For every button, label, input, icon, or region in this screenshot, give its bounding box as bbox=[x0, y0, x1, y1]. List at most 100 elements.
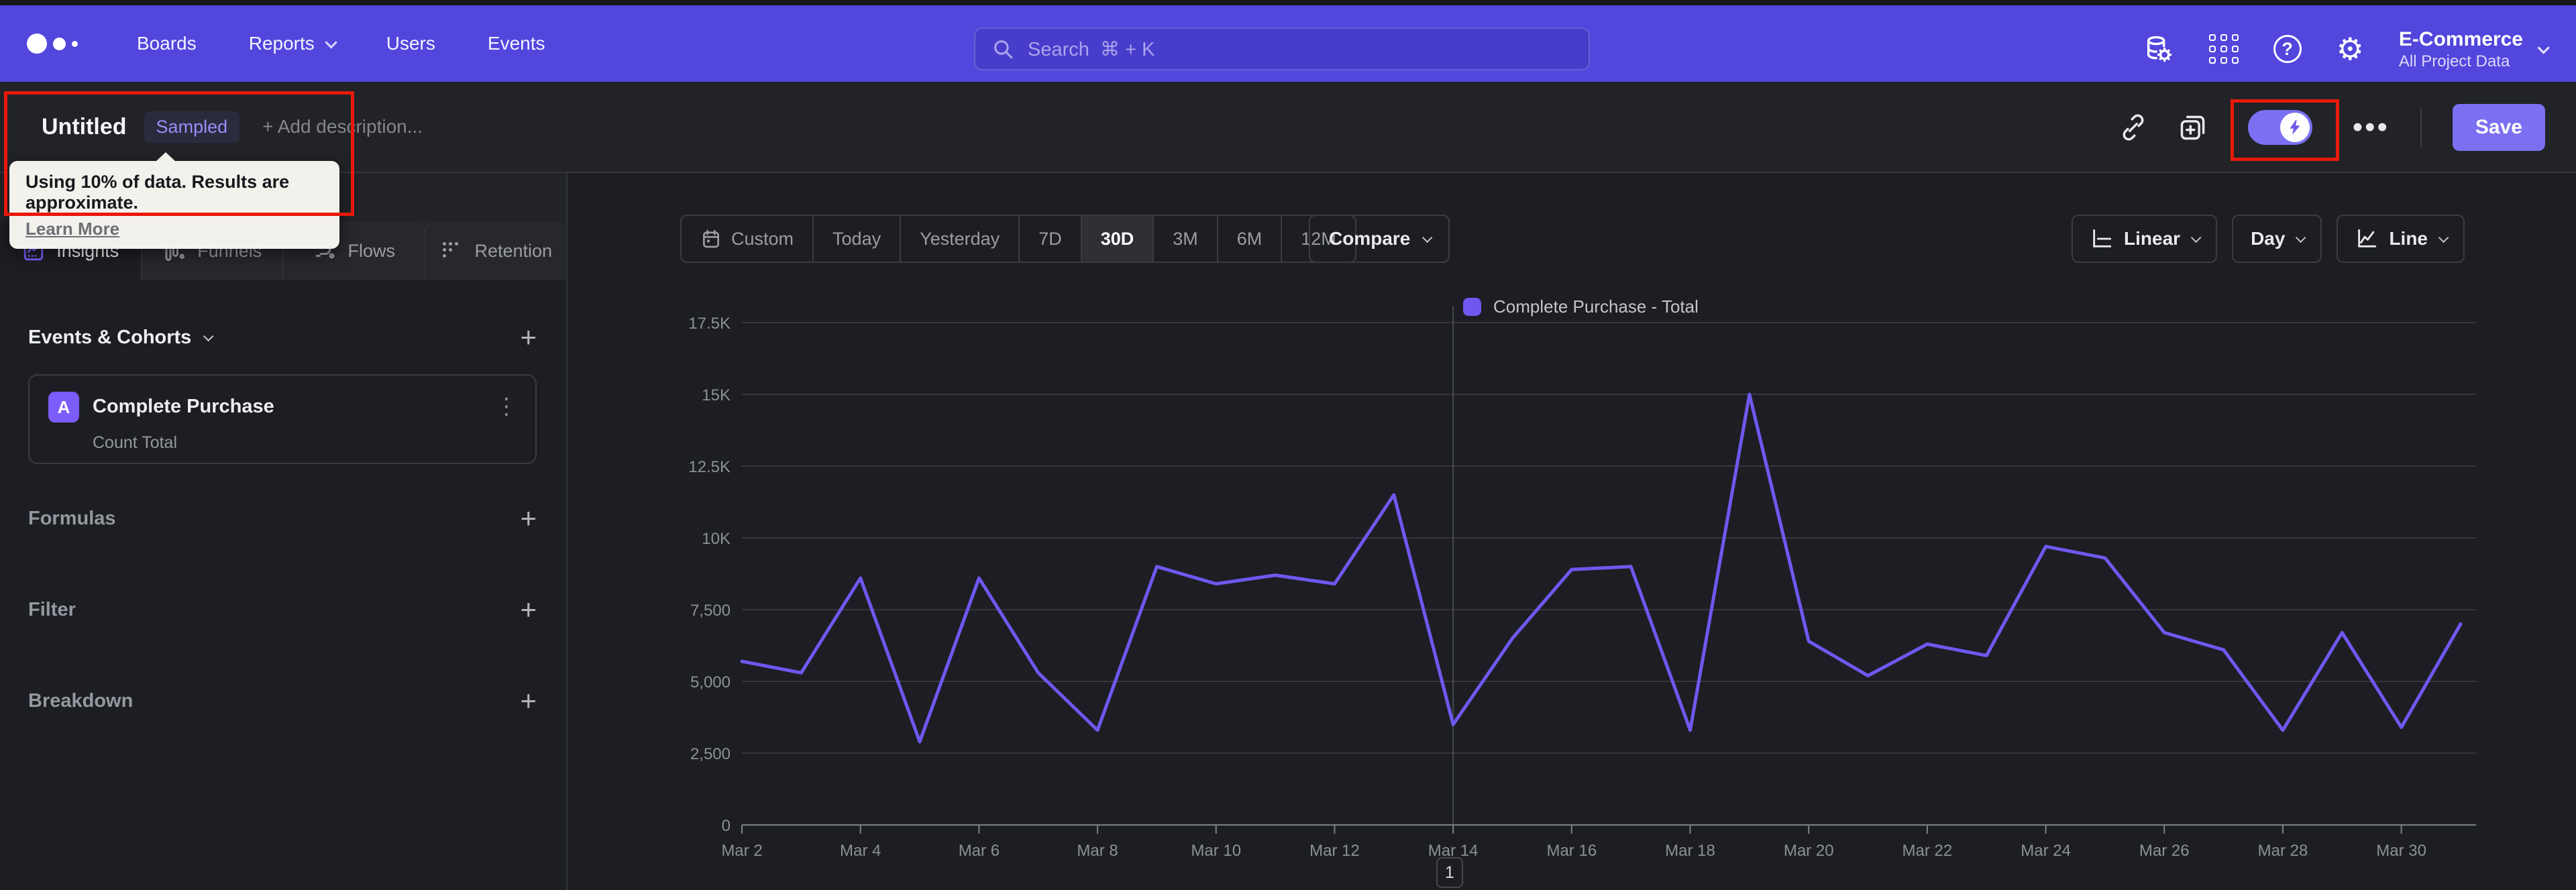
linear-axis-icon bbox=[2093, 229, 2112, 247]
save-button[interactable]: Save bbox=[2452, 104, 2545, 151]
query-sidebar: Insights Funnels Flows Retention Events … bbox=[0, 173, 566, 890]
tab-label: Flows bbox=[347, 240, 395, 261]
compare-button[interactable]: Compare bbox=[1309, 215, 1450, 263]
add-formula-button[interactable]: + bbox=[520, 504, 537, 533]
range-6m[interactable]: 6M bbox=[1216, 216, 1281, 262]
nav-item-users[interactable]: Users bbox=[386, 33, 435, 54]
event-card[interactable]: A Complete Purchase ⋮ Count Total bbox=[28, 374, 537, 464]
settings-gear-icon[interactable]: ⚙ bbox=[2337, 34, 2364, 64]
svg-text:5,000: 5,000 bbox=[690, 673, 731, 691]
svg-text:10K: 10K bbox=[702, 530, 731, 548]
range-today[interactable]: Today bbox=[812, 216, 900, 262]
range-3m[interactable]: 3M bbox=[1152, 216, 1217, 262]
nav-item-reports[interactable]: Reports bbox=[248, 33, 337, 54]
svg-text:Mar 30: Mar 30 bbox=[2376, 842, 2426, 860]
primary-nav: Boards Reports Users Events bbox=[137, 33, 545, 54]
chart-area: Custom Today Yesterday 7D 30D 3M 6M 12M … bbox=[568, 173, 2576, 890]
data-management-icon[interactable] bbox=[2143, 34, 2174, 64]
range-30d[interactable]: 30D bbox=[1080, 216, 1153, 262]
svg-text:Mar 28: Mar 28 bbox=[2258, 842, 2308, 860]
more-actions-button[interactable]: ••• bbox=[2353, 113, 2390, 142]
filter-section-label: Filter bbox=[28, 598, 76, 620]
events-cohorts-header[interactable]: Events & Cohorts bbox=[28, 327, 214, 349]
add-filter-button[interactable]: + bbox=[520, 596, 537, 624]
nav-item-label: Users bbox=[386, 33, 435, 54]
svg-text:Mar 26: Mar 26 bbox=[2139, 842, 2190, 860]
interval-selector[interactable]: Day bbox=[2232, 215, 2322, 263]
sampling-toggle[interactable] bbox=[2247, 110, 2312, 145]
line-chart-icon bbox=[2358, 229, 2377, 247]
search-placeholder: Search ⌘ + K bbox=[1028, 38, 1155, 60]
chart-display-controls: Linear Day Line bbox=[2072, 215, 2465, 263]
add-description-field[interactable]: + Add description... bbox=[262, 116, 423, 137]
formulas-section-label: Formulas bbox=[28, 507, 116, 529]
add-breakdown-button[interactable]: + bbox=[520, 687, 537, 715]
report-title-bar: Untitled Sampled + Add description... ••… bbox=[0, 82, 2576, 173]
svg-text:Mar 16: Mar 16 bbox=[1546, 842, 1597, 860]
range-7d[interactable]: 7D bbox=[1018, 216, 1081, 262]
nav-item-events[interactable]: Events bbox=[488, 33, 545, 54]
event-metric[interactable]: Count Total bbox=[93, 433, 177, 453]
range-yesterday[interactable]: Yesterday bbox=[900, 216, 1018, 262]
chevron-down-icon bbox=[2190, 232, 2202, 243]
learn-more-link[interactable]: Learn More bbox=[25, 219, 119, 239]
event-name[interactable]: Complete Purchase bbox=[93, 396, 274, 418]
lightning-icon bbox=[2279, 113, 2310, 142]
copy-link-icon[interactable] bbox=[2119, 113, 2147, 142]
help-icon[interactable]: ? bbox=[2273, 35, 2302, 63]
sampled-badge[interactable]: Sampled bbox=[144, 111, 240, 143]
range-custom[interactable]: Custom bbox=[682, 216, 812, 262]
retention-icon bbox=[443, 241, 459, 258]
calendar-icon bbox=[703, 229, 719, 248]
svg-text:15K: 15K bbox=[702, 386, 731, 404]
line-chart[interactable]: 0 2,500 5,000 7,500 10K 12.5K 15K 17.5K Mar 2 Mar… bbox=[638, 288, 2523, 879]
sampling-tooltip: Using 10% of data. Results are approxima… bbox=[9, 152, 339, 249]
nav-right-cluster: ? ⚙ E-Commerce All Project Data bbox=[2143, 11, 2550, 87]
nav-item-label: Reports bbox=[248, 33, 315, 54]
breakdown-section-label: Breakdown bbox=[28, 689, 133, 712]
svg-text:Mar 2: Mar 2 bbox=[721, 842, 762, 860]
svg-text:Mar 4: Mar 4 bbox=[840, 842, 881, 860]
top-nav: Boards Reports Users Events Search ⌘ + K bbox=[0, 5, 2576, 82]
search-icon bbox=[994, 40, 1013, 59]
chevron-down-icon bbox=[203, 331, 214, 341]
chart-type-selector[interactable]: Line bbox=[2337, 215, 2465, 263]
date-range-control: Custom Today Yesterday 7D 30D 3M 6M 12M bbox=[680, 215, 1356, 263]
chevron-down-icon bbox=[2296, 232, 2306, 243]
chevron-down-icon bbox=[1422, 232, 1433, 243]
nav-item-boards[interactable]: Boards bbox=[137, 33, 197, 54]
add-event-button[interactable]: + bbox=[520, 323, 537, 351]
nav-item-label: Events bbox=[487, 33, 545, 54]
search-input[interactable]: Search ⌘ + K bbox=[974, 27, 1590, 70]
svg-text:Mar 20: Mar 20 bbox=[1784, 842, 1834, 860]
kebab-menu-icon[interactable]: ⋮ bbox=[495, 393, 518, 420]
mixpanel-logo-icon[interactable] bbox=[27, 34, 78, 54]
add-to-board-icon[interactable] bbox=[2178, 113, 2208, 142]
pagination-page-1[interactable]: 1 bbox=[1436, 857, 1463, 888]
title-bar-actions: ••• Save bbox=[2119, 82, 2545, 173]
svg-text:Mar 8: Mar 8 bbox=[1077, 842, 1118, 860]
chevron-down-icon bbox=[2537, 41, 2550, 54]
window-top-edge bbox=[0, 0, 2576, 5]
divider bbox=[2420, 108, 2422, 147]
tooltip-text: Using 10% of data. Results are approxima… bbox=[25, 172, 290, 213]
tab-label: Retention bbox=[474, 240, 553, 261]
project-name: E-Commerce bbox=[2398, 28, 2523, 51]
svg-text:2,500: 2,500 bbox=[690, 745, 731, 763]
scale-selector[interactable]: Linear bbox=[2072, 215, 2218, 263]
tab-retention[interactable]: Retention bbox=[424, 221, 566, 280]
svg-text:Mar 10: Mar 10 bbox=[1191, 842, 1241, 860]
project-scope: All Project Data bbox=[2398, 52, 2510, 70]
svg-text:12.5K: 12.5K bbox=[688, 458, 731, 476]
chevron-down-icon bbox=[2438, 232, 2449, 243]
svg-text:Mar 12: Mar 12 bbox=[1309, 842, 1360, 860]
query-panel: Events & Cohorts + A Complete Purchase ⋮… bbox=[0, 280, 566, 890]
project-selector[interactable]: E-Commerce All Project Data bbox=[2398, 27, 2550, 71]
apps-grid-icon[interactable] bbox=[2208, 34, 2239, 64]
svg-text:Mar 18: Mar 18 bbox=[1665, 842, 1715, 860]
svg-text:7,500: 7,500 bbox=[690, 602, 731, 620]
report-title[interactable]: Untitled bbox=[42, 114, 127, 140]
svg-text:0: 0 bbox=[722, 817, 731, 835]
svg-text:17.5K: 17.5K bbox=[688, 315, 731, 333]
chevron-down-icon bbox=[325, 36, 337, 49]
